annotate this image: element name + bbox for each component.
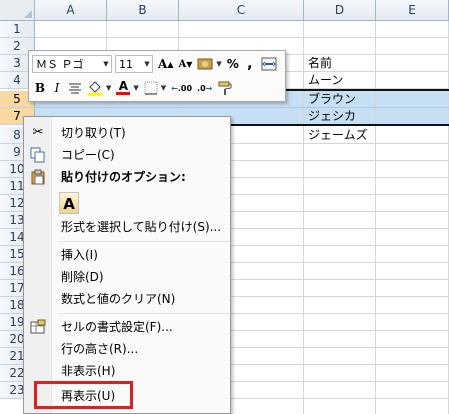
- menu-item-hide-label: 非表示(H): [61, 364, 116, 378]
- menu-item-paste-special[interactable]: 形式を選択して貼り付け(S)...: [25, 216, 229, 238]
- row-header[interactable]: 1: [0, 21, 35, 38]
- chevron-down-icon[interactable]: ▼: [106, 84, 111, 92]
- comma-style-icon[interactable]: ,: [242, 54, 258, 74]
- paste-values-icon[interactable]: A: [59, 192, 79, 214]
- cell-d5[interactable]: ブラウン: [308, 91, 356, 108]
- grow-font-label: A: [158, 57, 168, 71]
- menu-separator: [59, 313, 229, 314]
- menu-item-format-cells[interactable]: セルの書式設定(F)...: [25, 316, 229, 338]
- paste-options-header: 貼り付けのオプション:: [61, 170, 186, 184]
- cell-d8[interactable]: ジェームズ: [308, 127, 368, 144]
- format-painter-icon[interactable]: [215, 78, 235, 98]
- context-menu: ✂ 切り取り(T) コピー(C) 貼り付けのオプション: A 形式を選択して貼り…: [23, 116, 231, 414]
- bold-button[interactable]: B: [32, 78, 48, 98]
- shrink-font-label: A: [178, 58, 187, 70]
- font-color-label: A: [118, 79, 129, 93]
- grow-font-icon[interactable]: A ▲: [156, 54, 175, 74]
- menu-item-delete[interactable]: 削除(D): [25, 266, 229, 288]
- menu-item-cut-label: 切り取り(T): [61, 126, 126, 140]
- column-header-a[interactable]: A: [35, 0, 107, 21]
- menu-item-paste-special-label: 形式を選択して貼り付け(S)...: [61, 220, 222, 234]
- cell-d7[interactable]: ジェシカ: [308, 108, 356, 125]
- clipboard-icon: [30, 169, 46, 185]
- decrease-decimal-label: .0: [197, 83, 206, 93]
- chevron-down-icon: ▼: [103, 60, 109, 68]
- font-size-combo[interactable]: 11 ▼: [115, 55, 153, 73]
- mini-toolbar-row-2: B I ▼ A ▼ ▼ ← .00 .0 →: [32, 77, 236, 99]
- decrease-decimal-icon[interactable]: .0 →: [195, 78, 214, 98]
- menu-item-row-height[interactable]: 行の高さ(R)...: [25, 338, 229, 360]
- accounting-format-icon[interactable]: [195, 54, 215, 74]
- menu-item-format-cells-label: セルの書式設定(F)...: [61, 320, 173, 334]
- unhide-highlight-box: [34, 381, 133, 409]
- menu-item-insert[interactable]: 挿入(I): [25, 244, 229, 266]
- copy-icon: [30, 147, 46, 163]
- font-color-icon[interactable]: A: [114, 78, 132, 98]
- align-center-icon[interactable]: [66, 78, 84, 98]
- mini-toolbar: ＭＳ Ｐゴ ▼ 11 ▼ A ▲ A ▼ ▼ % , B I ▼ A ▼ ▼ ←…: [28, 50, 286, 102]
- increase-decimal-label: .00: [177, 83, 193, 93]
- format-cells-icon: [30, 319, 46, 335]
- chevron-down-icon: ▼: [144, 60, 150, 68]
- menu-item-clear-contents[interactable]: 数式と値のクリア(N): [25, 288, 229, 310]
- menu-item-hide[interactable]: 非表示(H): [25, 360, 229, 382]
- column-header-b[interactable]: B: [107, 0, 179, 21]
- merge-center-icon[interactable]: [259, 54, 279, 74]
- font-name-combo[interactable]: ＭＳ Ｐゴ ▼: [32, 55, 112, 73]
- italic-icon[interactable]: I: [49, 78, 65, 98]
- column-header-e[interactable]: E: [376, 0, 449, 21]
- chevron-down-icon[interactable]: ▼: [216, 60, 221, 68]
- column-header-c[interactable]: C: [179, 0, 304, 21]
- font-name-value: ＭＳ Ｐゴ: [36, 58, 84, 71]
- menu-item-clear-contents-label: 数式と値のクリア(N): [61, 292, 176, 306]
- menu-item-paste-options: 貼り付けのオプション:: [25, 166, 229, 188]
- scissors-icon: ✂: [32, 125, 44, 140]
- cell-d3[interactable]: 名前: [308, 55, 332, 72]
- percent-style-icon[interactable]: %: [225, 54, 241, 74]
- chevron-down-icon[interactable]: ▼: [133, 84, 138, 92]
- menu-item-copy[interactable]: コピー(C): [25, 144, 229, 166]
- borders-icon[interactable]: [142, 78, 160, 98]
- menu-separator: [59, 241, 229, 242]
- mini-toolbar-row-1: ＭＳ Ｐゴ ▼ 11 ▼ A ▲ A ▼ ▼ % ,: [32, 53, 280, 75]
- cell-d4[interactable]: ムーン: [308, 72, 343, 89]
- column-header-d[interactable]: D: [304, 0, 376, 21]
- chevron-down-icon[interactable]: ▼: [161, 84, 166, 92]
- menu-item-insert-label: 挿入(I): [61, 248, 98, 262]
- font-size-value: 11: [119, 57, 133, 71]
- select-all-corner[interactable]: [0, 0, 35, 21]
- menu-item-delete-label: 削除(D): [61, 270, 104, 284]
- menu-item-row-height-label: 行の高さ(R)...: [61, 342, 139, 356]
- shrink-font-icon[interactable]: A ▼: [176, 54, 194, 74]
- increase-decimal-icon[interactable]: ← .00: [169, 78, 194, 98]
- fill-color-icon[interactable]: [85, 78, 105, 98]
- menu-item-cut[interactable]: ✂ 切り取り(T): [25, 122, 229, 144]
- menu-item-copy-label: コピー(C): [61, 148, 115, 162]
